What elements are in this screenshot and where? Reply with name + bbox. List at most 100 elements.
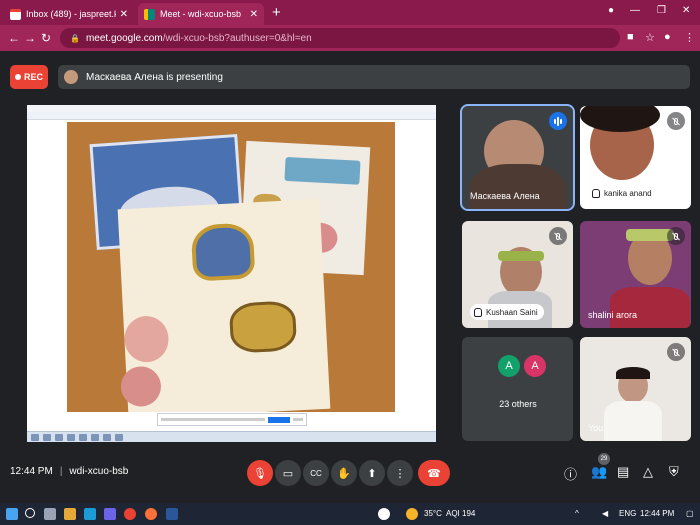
- meeting-time: 12:44 PM: [10, 466, 53, 477]
- meet-top-bar: REC Маскаева Алена is presenting: [0, 51, 700, 96]
- browser-tab-strip: Inbox (489) - jaspreet.k@theindi ✕ Meet …: [0, 0, 700, 25]
- participant-name: Маскаева Алена: [470, 191, 540, 201]
- record-dot-icon: [14, 74, 21, 80]
- bookmark-star-icon[interactable]: ☆: [645, 31, 655, 44]
- self-tile[interactable]: You: [580, 337, 691, 441]
- recording-badge: REC: [10, 65, 48, 89]
- video-camera-icon: ▭: [282, 467, 294, 480]
- new-tab-icon[interactable]: +: [272, 4, 281, 21]
- minimize-icon[interactable]: —: [630, 5, 640, 16]
- edge-icon[interactable]: [84, 508, 96, 520]
- camera-toggle-button[interactable]: ▭: [275, 460, 301, 486]
- participant-name: shalini arora: [588, 310, 638, 320]
- participant-tile[interactable]: kanika anand: [580, 106, 691, 209]
- taskbar-clock[interactable]: 12:44 PM: [640, 509, 674, 518]
- volume-icon[interactable]: ◀: [602, 509, 608, 518]
- captions-button[interactable]: CC: [303, 460, 329, 486]
- chrome-icon[interactable]: [124, 508, 136, 520]
- mic-off-icon: [667, 343, 685, 361]
- firefox-icon[interactable]: [145, 508, 157, 520]
- mic-off-icon: [667, 112, 685, 130]
- close-tab-icon[interactable]: ✕: [250, 9, 258, 20]
- presenting-text: Маскаева Алена is presenting: [86, 71, 223, 83]
- raised-hand-badge: Kushaan Saini: [470, 304, 544, 320]
- help-icon[interactable]: [378, 508, 390, 520]
- share-notice: [157, 413, 307, 426]
- activities-icon[interactable]: △: [643, 464, 653, 480]
- reload-icon[interactable]: ↻: [41, 31, 51, 45]
- meet-icon: [144, 8, 155, 20]
- back-icon[interactable]: ←: [8, 31, 20, 45]
- present-icon: ⬆: [367, 467, 377, 480]
- word-icon[interactable]: [166, 508, 178, 520]
- aqi: AQI 194: [446, 509, 476, 518]
- others-avatars: A A: [498, 355, 546, 377]
- search-icon[interactable]: [25, 508, 35, 518]
- notification-icon[interactable]: ▢: [686, 509, 694, 518]
- task-view-icon[interactable]: [44, 508, 56, 520]
- host-controls-icon[interactable]: ⛨: [669, 464, 679, 480]
- meet-controls-bar: 12:44 PM | wdi-xcuo-bsb 🎙 ▭ CC ✋ ⬆ ⋮ ☎ ⓘ…: [0, 450, 700, 498]
- shared-taskbar: [27, 431, 436, 442]
- close-tab-icon[interactable]: ✕: [120, 9, 128, 20]
- tab-gmail[interactable]: Inbox (489) - jaspreet.k@theindi ✕: [4, 3, 134, 25]
- tray-chevron-icon[interactable]: ^: [575, 509, 579, 518]
- people-icon[interactable]: 👥: [591, 464, 607, 480]
- chat-icon[interactable]: ▤: [617, 464, 629, 480]
- tab-title: Inbox (489) - jaspreet.k@theindi: [26, 9, 116, 19]
- gmail-icon: [10, 8, 21, 20]
- more-options-button[interactable]: ⋮: [387, 460, 413, 486]
- language[interactable]: ENG: [619, 509, 636, 518]
- meeting-code: wdi-xcuo-bsb: [69, 466, 129, 477]
- raised-hand-badge: kanika anand: [588, 185, 658, 201]
- mic-toggle-button[interactable]: 🎙: [247, 460, 273, 486]
- info-icon[interactable]: ⓘ: [564, 464, 577, 483]
- shared-window-titlebar: [27, 105, 436, 112]
- windows-taskbar: 35°C AQI 194 ^ ◀ ENG 12:44 PM ▢: [0, 503, 700, 525]
- windows-start-icon[interactable]: [6, 508, 18, 520]
- rec-label: REC: [23, 72, 43, 82]
- restore-icon[interactable]: ❐: [657, 5, 666, 16]
- close-window-icon[interactable]: ✕: [682, 5, 690, 16]
- others-count: 23 others: [499, 399, 537, 409]
- shared-window-menubar: [27, 112, 436, 120]
- mic-off-icon: [667, 227, 685, 245]
- url-path: /wdi-xcuo-bsb?authuser=0&hl=en: [162, 32, 312, 44]
- shared-photo: [67, 122, 395, 412]
- participant-name: You: [588, 423, 604, 433]
- mic-off-icon: 🎙: [253, 467, 267, 480]
- forward-icon[interactable]: →: [24, 31, 36, 45]
- meeting-details: 12:44 PM | wdi-xcuo-bsb: [10, 466, 128, 477]
- raised-hand-icon: [592, 188, 600, 198]
- presenting-banner: Маскаева Алена is presenting: [58, 65, 690, 89]
- separator: |: [59, 466, 63, 477]
- present-button[interactable]: ⬆: [359, 460, 385, 486]
- participant-name: kanika anand: [604, 188, 652, 198]
- avatar: A: [524, 355, 546, 377]
- url-input[interactable]: 🔒 meet.google.com /wdi-xcuo-bsb?authuser…: [60, 28, 620, 48]
- menu-icon[interactable]: ⋮: [684, 31, 695, 44]
- store-icon[interactable]: [104, 508, 116, 520]
- temperature: 35°C: [424, 509, 442, 518]
- tab-meet[interactable]: Meet - wdi-xcuo-bsb ✕: [138, 3, 264, 25]
- weather-icon: [406, 508, 418, 520]
- mic-off-icon: [549, 227, 567, 245]
- file-explorer-icon[interactable]: [64, 508, 76, 520]
- captions-icon: CC: [310, 468, 322, 478]
- raise-hand-button[interactable]: ✋: [331, 460, 357, 486]
- avatar: A: [498, 355, 520, 377]
- speaking-indicator-icon: [549, 112, 567, 130]
- more-vert-icon: ⋮: [394, 467, 406, 480]
- profile-avatar-icon[interactable]: ●: [664, 31, 671, 43]
- avatar: [64, 70, 78, 84]
- tab-title: Meet - wdi-xcuo-bsb: [160, 9, 242, 19]
- leave-call-button[interactable]: ☎: [418, 460, 450, 486]
- others-tile[interactable]: A A 23 others: [462, 337, 573, 441]
- participant-tile[interactable]: shalini arora: [580, 221, 691, 328]
- participant-tile[interactable]: Маскаева Алена: [460, 104, 575, 211]
- participant-tile[interactable]: Kushaan Saini: [462, 221, 573, 328]
- participant-name: Kushaan Saini: [486, 307, 538, 317]
- raised-hand-icon: [474, 307, 482, 317]
- camera-icon[interactable]: ■: [627, 31, 634, 43]
- profile-icon[interactable]: ●: [608, 5, 614, 16]
